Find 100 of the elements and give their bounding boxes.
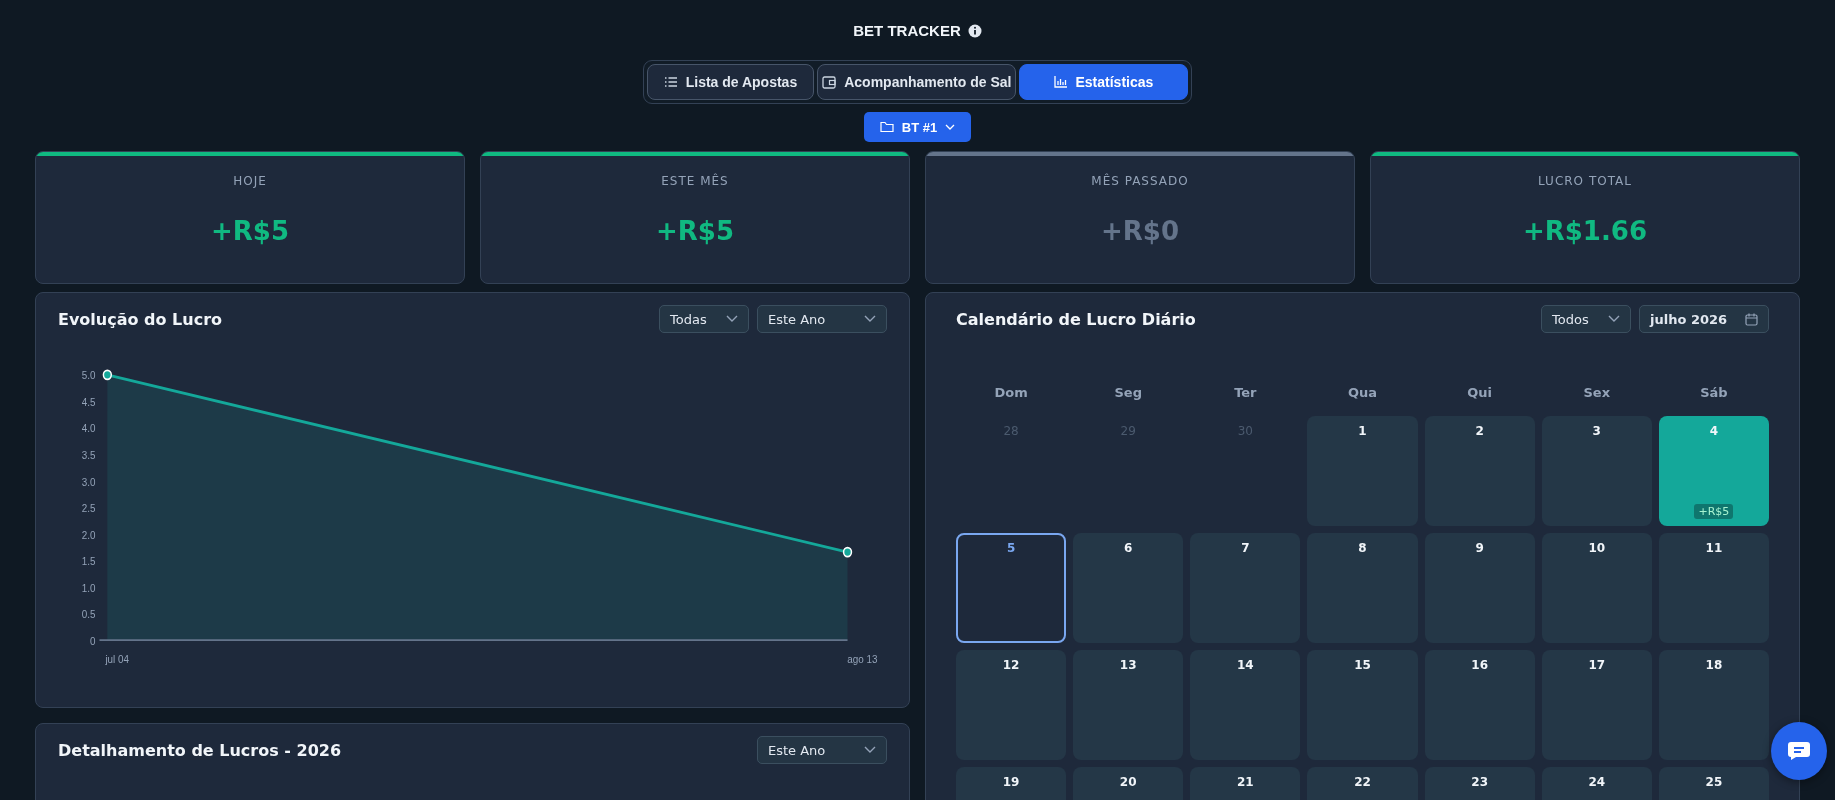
calendar-day[interactable]: 7 <box>1190 533 1301 643</box>
calendar-day[interactable]: 25 <box>1658 767 1769 800</box>
day-number: 11 <box>1705 541 1723 555</box>
day-number: 13 <box>1119 658 1137 672</box>
y-axis-label: 0 <box>90 634 96 647</box>
filter-dropdown[interactable]: Todas <box>659 305 749 333</box>
day-number: 9 <box>1475 541 1484 555</box>
calendar-day[interactable]: 22 <box>1307 767 1418 800</box>
nav-tab[interactable]: Estatísticas <box>1019 64 1189 100</box>
chevron-down-icon <box>864 746 876 754</box>
y-axis-label: 1.5 <box>81 554 96 568</box>
calendar-day[interactable]: 11 <box>1658 533 1769 643</box>
chevron-down-icon <box>864 315 876 323</box>
day-number: 16 <box>1471 658 1488 672</box>
calendar-day[interactable]: 10 <box>1541 533 1652 643</box>
day-number: 18 <box>1705 658 1723 672</box>
day-number: 20 <box>1119 775 1137 789</box>
y-axis-label: 5.0 <box>81 368 96 382</box>
day-number: 19 <box>1002 775 1020 789</box>
app-title: BET TRACKER <box>853 22 961 39</box>
day-number: 7 <box>1241 541 1250 555</box>
calendar-day[interactable]: 16 <box>1424 650 1535 760</box>
day-number: 24 <box>1588 775 1606 789</box>
weekday-label: Qui <box>1466 385 1493 400</box>
day-number: 21 <box>1237 775 1254 789</box>
calendar-day[interactable]: 18 <box>1658 650 1769 760</box>
y-axis-label: 0.5 <box>81 607 96 621</box>
day-number: 8 <box>1358 541 1367 555</box>
calendar-day[interactable]: 4 +R$5 <box>1658 416 1769 526</box>
filter-dropdown[interactable]: Todos <box>1541 305 1631 333</box>
calendar-day[interactable]: 21 <box>1190 767 1301 800</box>
day-number: 22 <box>1354 775 1371 789</box>
data-point <box>102 369 113 381</box>
calendar-day[interactable]: 20 <box>1073 767 1184 800</box>
weekday-label: Dom <box>993 385 1029 400</box>
calendar-day[interactable]: 9 <box>1424 533 1535 643</box>
day-number: 15 <box>1354 658 1371 672</box>
y-axis-label: 4.5 <box>81 395 96 409</box>
bar-chart-icon <box>1054 76 1068 88</box>
stat-label: HOJE <box>233 174 267 188</box>
y-axis-label: 3.5 <box>81 448 96 462</box>
chevron-down-icon <box>945 123 956 131</box>
day-number: 12 <box>1002 658 1020 672</box>
day-number: 17 <box>1588 658 1606 672</box>
panel-title: Detalhamento de Lucros - 2026 <box>58 740 342 760</box>
calendar-day[interactable]: 19 <box>956 767 1067 800</box>
calendar-day[interactable]: 12 <box>956 650 1067 760</box>
list-icon <box>663 76 678 88</box>
day-number: 23 <box>1471 775 1488 789</box>
day-number: 6 <box>1124 541 1133 555</box>
chat-button[interactable] <box>1771 722 1827 780</box>
panel-title: Evolução do Lucro <box>58 309 223 329</box>
calendar-day[interactable]: 5 <box>956 533 1067 643</box>
calendar-day[interactable]: 17 <box>1541 650 1652 760</box>
stat-value: +R$5 <box>656 216 734 246</box>
chevron-down-icon <box>1608 315 1620 323</box>
calendar-day[interactable]: 14 <box>1190 650 1301 760</box>
stat-value: +R$0 <box>1101 216 1179 246</box>
calendar-day[interactable]: 6 <box>1073 533 1184 643</box>
info-icon[interactable] <box>967 23 982 38</box>
stat-value: +R$1.66 <box>1522 216 1647 246</box>
day-number: 4 <box>1709 424 1719 438</box>
panel-title: Calendário de Lucro Diário <box>956 309 1196 329</box>
y-axis-label: 3.0 <box>81 474 96 488</box>
calendar-day[interactable]: 24 <box>1541 767 1652 800</box>
calendar-day[interactable]: 1 <box>1307 416 1418 526</box>
stat-label: LUCRO TOTAL <box>1538 174 1632 188</box>
day-number: 3 <box>1592 424 1601 438</box>
calendar-day[interactable]: 13 <box>1073 650 1184 760</box>
month-picker[interactable]: julho 2026 <box>1639 305 1769 333</box>
filter-dropdown[interactable]: Este Ano <box>757 736 887 764</box>
weekday-label: Qua <box>1346 385 1379 400</box>
weekday-label: Sáb <box>1699 385 1729 400</box>
x-axis-label: jul 04 <box>105 652 129 665</box>
day-number: 5 <box>1006 541 1016 555</box>
chevron-down-icon <box>726 315 738 323</box>
tracker-selector-button[interactable]: BT #1 <box>863 112 972 142</box>
calendar-day[interactable]: 2 <box>1424 416 1535 526</box>
wallet-icon <box>822 75 837 89</box>
calendar-day[interactable]: 3 <box>1541 416 1652 526</box>
stat-label: MÊS PASSADO <box>1091 174 1189 188</box>
calendar-day[interactable]: 15 <box>1307 650 1418 760</box>
calendar-icon <box>1745 312 1758 326</box>
day-number: 25 <box>1705 775 1723 789</box>
nav-tab[interactable]: Lista de Apostas <box>646 64 815 100</box>
day-number: 14 <box>1237 658 1254 672</box>
weekday-label: Seg <box>1113 385 1143 400</box>
filter-dropdown[interactable]: Este Ano <box>757 305 887 333</box>
weekday-label: Sex <box>1582 385 1612 400</box>
profit-badge: +R$5 <box>1694 504 1734 519</box>
day-number: 10 <box>1588 541 1606 555</box>
weekday-label: Ter <box>1233 385 1258 400</box>
nav-tab[interactable]: Acompanhamento de Sal <box>817 64 1017 100</box>
day-number: 2 <box>1475 424 1484 438</box>
calendar-day[interactable]: 23 <box>1424 767 1535 800</box>
y-axis-label: 4.0 <box>81 421 96 435</box>
calendar-day[interactable]: 8 <box>1307 533 1418 643</box>
folder-icon <box>879 121 894 133</box>
y-axis-label: 1.0 <box>81 581 96 594</box>
stat-value: +R$5 <box>211 216 289 246</box>
